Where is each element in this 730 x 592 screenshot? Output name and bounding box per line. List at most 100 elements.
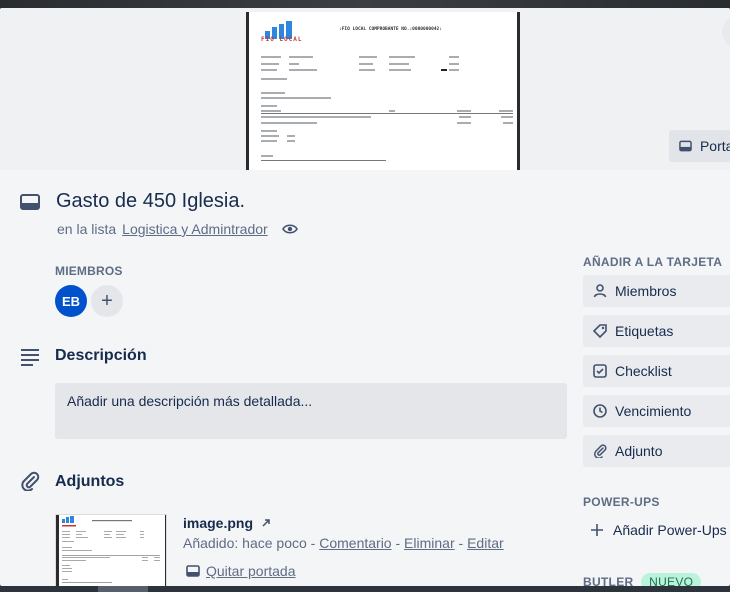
doc-line [389,63,409,65]
cover-button-label: Portada [699,138,730,154]
attachment-meta: Añadido: hace poco - Comentario - Elimin… [183,535,504,551]
checklist-button-label: Checklist [615,363,672,379]
avatar[interactable]: EB [55,285,87,317]
doc-line [449,56,459,58]
add-member-button[interactable]: + [91,285,123,317]
description-heading: Descripción [55,347,147,364]
paperclip-icon [594,444,607,458]
horizontal-scrollbar[interactable] [0,586,730,592]
doc-line [359,63,373,65]
doc-line [261,78,287,80]
remove-cover-button[interactable]: Quitar portada [186,563,296,579]
card-list-info: en la lista Logistica y Admintrador [57,221,298,237]
checklist-button[interactable]: Checklist [583,355,730,387]
due-date-button-label: Vencimiento [615,403,692,419]
attachment-button-label: Adjunto [615,443,663,459]
card-title[interactable]: Gasto de 450 Iglesia. [56,190,245,213]
doc-title: :FIO LOCAL COMPROBANTE NO.:0000000042: [339,27,442,32]
doc-line [449,69,459,71]
attachment-added: Añadido: hace poco [183,535,307,551]
attachment-filename[interactable]: image.png [183,515,253,531]
add-powerups-button[interactable]: Añadir Power-Ups [591,522,727,538]
doc-line [289,69,317,71]
doc-line [261,92,285,94]
remove-cover-label: Quitar portada [206,563,296,579]
clock-icon [593,404,607,418]
checkbox-icon [593,364,607,378]
doc-line [261,56,281,58]
doc-line [389,110,395,112]
edit-link[interactable]: Editar [467,535,504,551]
doc-line [289,63,299,65]
labels-button[interactable]: Etiquetas [583,315,730,347]
doc-line [261,122,317,124]
attachments-heading: Adjuntos [55,473,125,490]
doc-line [261,97,331,99]
doc-line [261,105,277,107]
doc-line [441,69,447,71]
card-modal: FIO LOCAL :FIO LOCAL COMPROBANTE NO.:000… [0,8,730,586]
card-cover[interactable]: FIO LOCAL :FIO LOCAL COMPROBANTE NO.:000… [0,8,730,170]
doc-line [459,116,471,118]
add-to-card-heading: AÑADIR A LA TARJETA [583,255,723,269]
doc-line [261,116,371,118]
separator: - [310,535,316,551]
attachment-thumbnail[interactable] [55,514,167,586]
description-icon [21,349,39,366]
card-icon [186,565,200,577]
doc-line [261,155,273,157]
comment-link[interactable]: Comentario [319,535,391,551]
list-link[interactable]: Logistica y Admintrador [122,221,268,237]
paperclip-icon [21,471,40,491]
cover-button[interactable]: Portada [669,130,730,162]
doc-logo-text: FIO LOCAL [261,36,303,43]
doc-line [261,63,279,65]
members-button[interactable]: Miembros [583,275,730,307]
list-prefix: en la lista [57,221,117,237]
attachment-button[interactable]: Adjunto [583,435,730,467]
scrollbar-thumb[interactable] [98,586,148,592]
card-icon [20,193,40,210]
doc-rule [261,113,513,114]
cover-image: FIO LOCAL :FIO LOCAL COMPROBANTE NO.:000… [246,12,520,170]
doc-line [261,69,277,71]
doc-line [457,110,471,112]
members-heading: MIEMBROS [55,264,123,278]
doc-line [359,56,377,58]
doc-line [501,116,513,118]
add-powerups-label: Añadir Power-Ups [613,522,727,538]
doc-line [457,122,471,124]
attachment-name: image.png [183,515,271,531]
doc-line [287,140,295,142]
doc-line [499,110,513,112]
card-title-row: Gasto de 450 Iglesia. [20,190,245,213]
new-badge: NUEVO [641,573,702,586]
delete-link[interactable]: Eliminar [404,535,455,551]
doc-line [261,130,277,132]
butler-label: BUTLER [583,575,634,586]
labels-button-label: Etiquetas [615,323,674,339]
separator: - [395,535,401,551]
powerups-heading: POWER-UPS [583,495,660,509]
doc-line [261,140,277,142]
doc-line [261,110,281,112]
description-field[interactable]: Añadir una descripción más detallada... [55,383,567,439]
doc-line [503,122,513,124]
eye-icon[interactable] [281,223,298,235]
members-button-label: Miembros [615,283,677,299]
doc-line [289,56,313,58]
doc-line [449,63,459,65]
close-button[interactable] [722,16,730,48]
doc-line [389,69,411,71]
separator: - [458,535,464,551]
doc-line [261,135,279,137]
plus-icon [591,524,603,536]
butler-heading: BUTLER NUEVO [583,573,702,586]
due-date-button[interactable]: Vencimiento [583,395,730,427]
external-link-icon[interactable] [261,518,271,528]
tag-icon [593,324,607,338]
doc-line [389,56,415,58]
doc-rule [261,160,386,161]
attachment-preview [56,515,166,586]
doc-line [359,69,375,71]
